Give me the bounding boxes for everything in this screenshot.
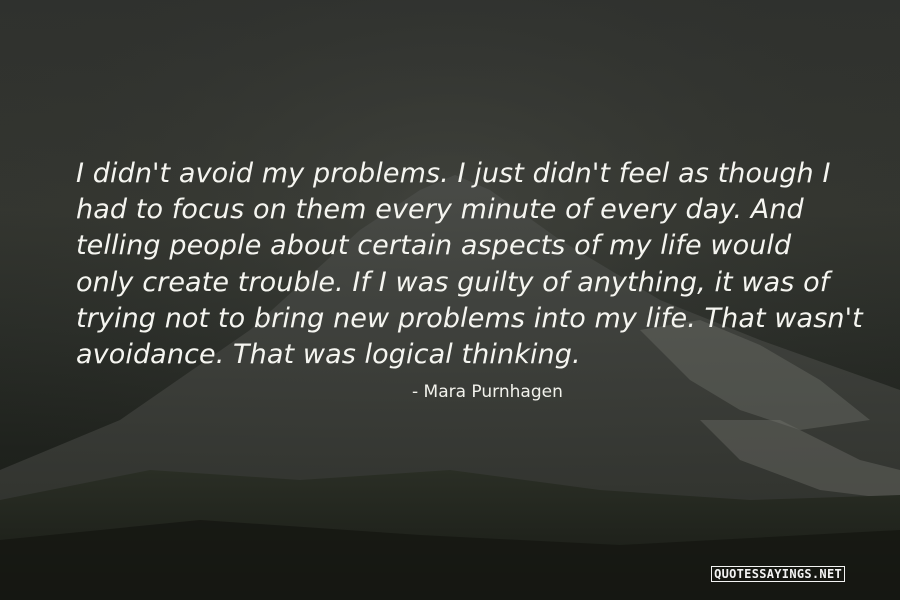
quote-line: only create trouble. If I was guilty of … — [76, 266, 830, 298]
quote-author: - Mara Purnhagen — [412, 382, 563, 402]
quote-card: I didn't avoid my problems. I just didn'… — [0, 0, 900, 600]
quote-text: I didn't avoid my problems. I just didn'… — [76, 156, 863, 373]
site-watermark: QUOTESSAYINGS.NET — [711, 566, 845, 582]
quote-line: avoidance. That was logical thinking. — [76, 339, 581, 371]
quote-line: telling people about certain aspects of … — [76, 230, 792, 262]
quote-line: I didn't avoid my problems. I just didn'… — [76, 158, 831, 189]
quote-line: trying not to bring new problems into my… — [76, 302, 863, 334]
quote-line: had to focus on them every minute of eve… — [76, 194, 804, 226]
